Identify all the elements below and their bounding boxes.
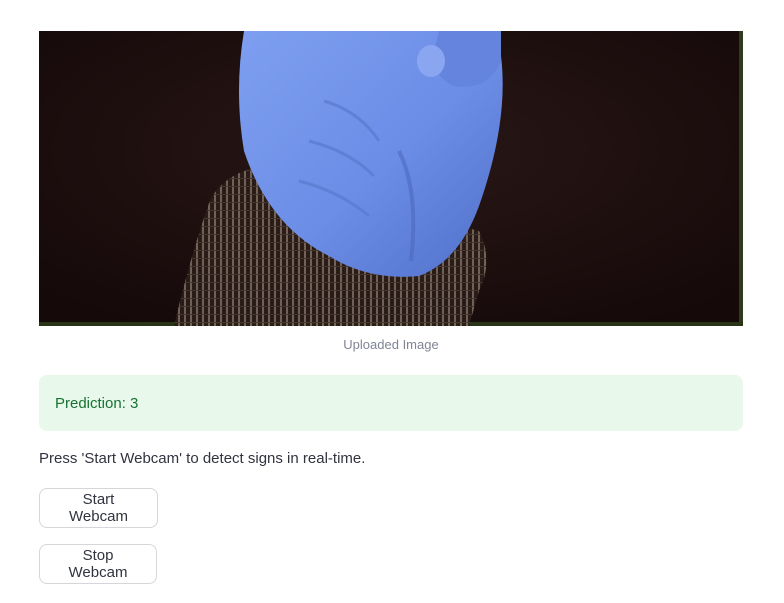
hand-sign-photo — [39, 31, 743, 326]
start-webcam-button[interactable]: Start Webcam — [39, 488, 158, 528]
webcam-instructions: Press 'Start Webcam' to detect signs in … — [39, 450, 366, 467]
stop-webcam-button[interactable]: Stop Webcam — [39, 544, 157, 584]
prediction-alert: Prediction: 3 — [39, 375, 743, 431]
uploaded-image — [39, 31, 743, 326]
start-webcam-label: Start Webcam — [69, 491, 128, 525]
stop-webcam-label: Stop Webcam — [68, 547, 128, 581]
image-caption: Uploaded Image — [343, 337, 439, 352]
prediction-text: Prediction: 3 — [55, 394, 139, 412]
app-main: Uploaded Image Prediction: 3 Press 'Star… — [0, 0, 784, 603]
